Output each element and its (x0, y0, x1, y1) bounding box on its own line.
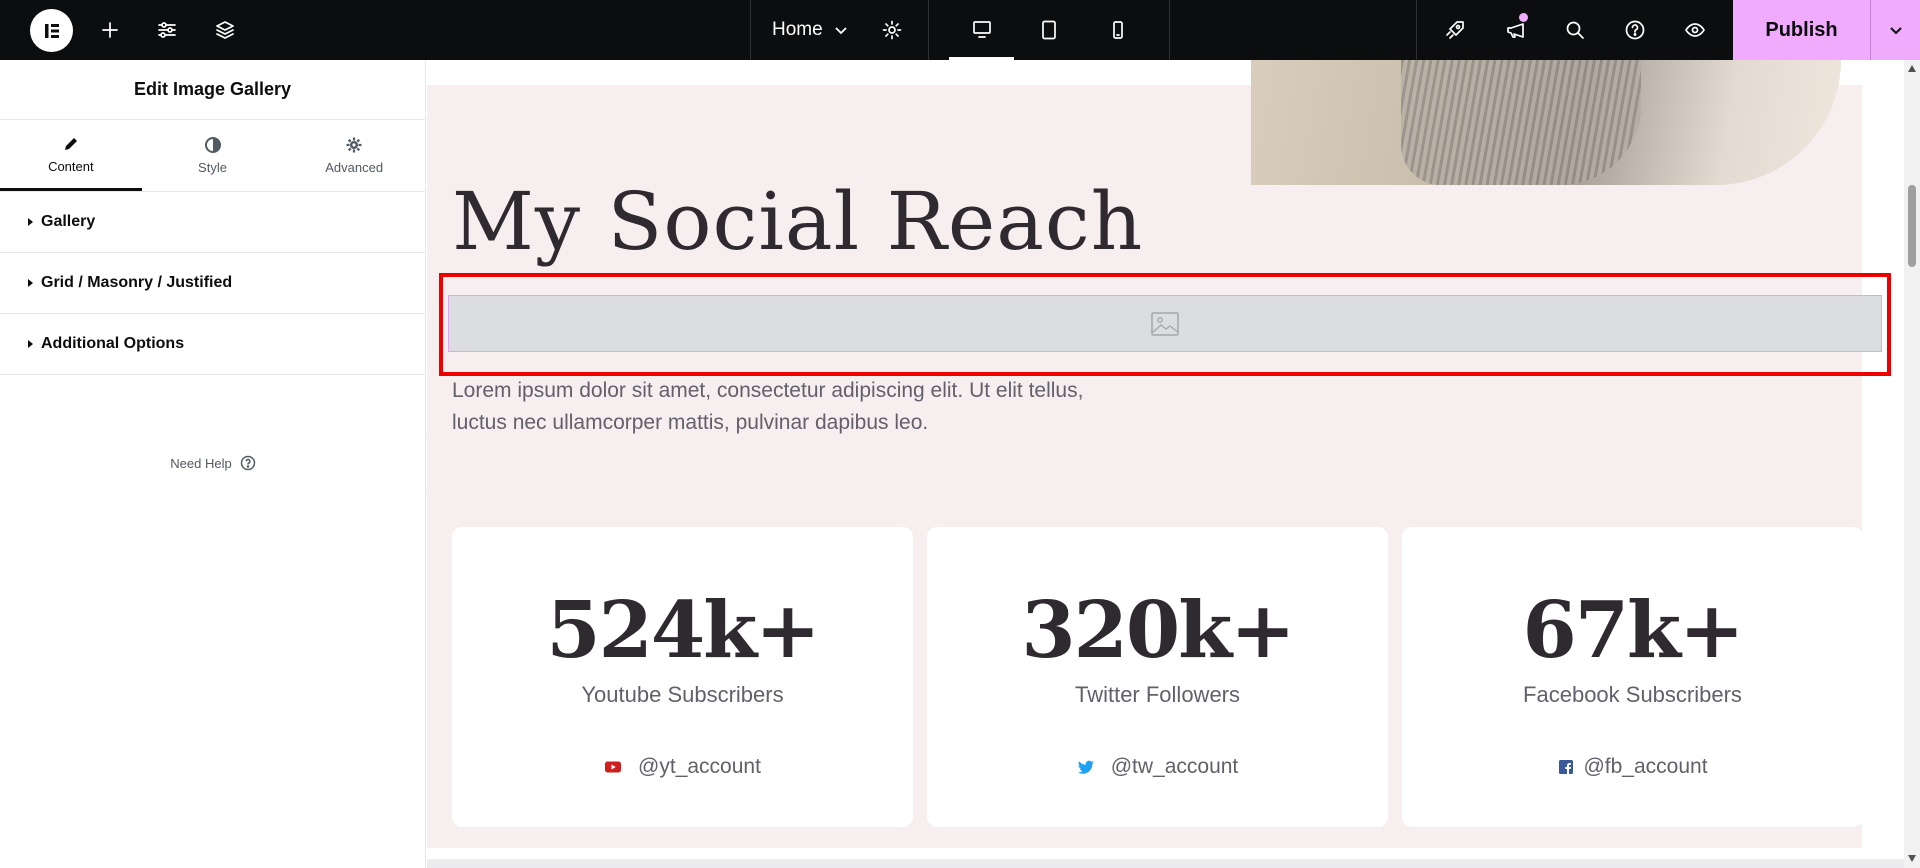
section-description[interactable]: Lorem ipsum dolor sit amet, consectetur … (452, 375, 1092, 439)
scrollbar-thumb[interactable] (1908, 185, 1916, 267)
help-button[interactable] (1606, 0, 1664, 60)
sliders-icon (158, 22, 176, 38)
section-heading[interactable]: My Social Reach (452, 175, 1143, 268)
structure-button[interactable] (196, 0, 254, 60)
tab-advanced[interactable]: Advanced (283, 120, 425, 191)
tab-label: Advanced (325, 160, 384, 175)
search-icon (1566, 21, 1584, 39)
youtube-icon (605, 761, 622, 773)
desktop-icon (972, 20, 991, 38)
need-help-link[interactable]: Need Help (0, 455, 426, 471)
stat-card-youtube[interactable]: 524k+ Youtube Subscribers @yt_account (452, 527, 913, 827)
mobile-view-button[interactable] (1089, 0, 1147, 60)
topbar-divider (1416, 0, 1417, 60)
handle-text: @tw_account (1110, 755, 1239, 778)
whats-new-button[interactable] (1486, 0, 1544, 60)
tab-style[interactable]: Style (142, 120, 284, 191)
question-circle-icon (240, 455, 255, 471)
image-gallery-widget[interactable] (448, 295, 1882, 352)
chevron-down-icon (1889, 27, 1902, 35)
topbar-divider (750, 0, 751, 60)
tab-content[interactable]: Content (0, 120, 142, 191)
stat-label: Facebook Subscribers (1523, 682, 1742, 707)
page-settings-button[interactable] (863, 0, 921, 60)
editor-topbar: Home Publish (0, 0, 1920, 60)
mobile-icon (1113, 21, 1123, 39)
stat-label: Youtube Subscribers (581, 682, 784, 707)
search-button[interactable] (1546, 0, 1604, 60)
handle-text: @fb_account (1583, 755, 1708, 778)
preview-canvas: My Social Reach Lorem ipsum dolor sit am… (427, 60, 1904, 868)
stat-label: Twitter Followers (1074, 682, 1241, 707)
handle-text: @yt_account (638, 755, 761, 778)
pencil-icon (64, 137, 77, 150)
gear-icon (346, 137, 362, 153)
section-label: Gallery (41, 213, 96, 230)
eye-icon (1685, 23, 1705, 37)
megaphone-icon (1507, 23, 1524, 38)
canvas-bottom-divider (427, 859, 1904, 868)
half-circle-icon (204, 137, 221, 153)
panel-tabs: Content Style Advanced (0, 120, 425, 192)
image-placeholder-icon (1151, 311, 1179, 336)
section-label: Additional Options (41, 335, 185, 352)
topbar-divider (1169, 0, 1170, 60)
stat-number: 320k+ (1021, 585, 1295, 676)
stat-card-facebook[interactable]: 67k+ Facebook Subscribers @fb_account (1402, 527, 1863, 827)
gear-icon (882, 20, 902, 40)
topbar-divider (928, 0, 929, 60)
section-additional-options[interactable]: Additional Options (0, 314, 425, 375)
social-handle-link[interactable]: @tw_account (927, 755, 1388, 779)
launchpad-button[interactable] (1426, 0, 1484, 60)
chevron-down-icon (835, 27, 847, 35)
caret-right-icon (28, 218, 33, 226)
notification-dot (1519, 13, 1528, 22)
caret-right-icon (28, 279, 33, 287)
preview-button[interactable] (1666, 0, 1724, 60)
caret-right-icon (28, 340, 33, 348)
publish-options-button[interactable] (1870, 0, 1920, 60)
section-grid-masonry-justified[interactable]: Grid / Masonry / Justified (0, 253, 425, 314)
tab-label: Style (198, 160, 227, 175)
social-handle-link[interactable]: @fb_account (1402, 755, 1863, 779)
page-selector[interactable]: Home (772, 0, 849, 60)
section-label: Grid / Masonry / Justified (41, 274, 233, 291)
tablet-view-button[interactable] (1020, 0, 1078, 60)
page-name: Home (772, 19, 823, 40)
question-circle-icon (1625, 20, 1645, 40)
stat-card-twitter[interactable]: 320k+ Twitter Followers @tw_account (927, 527, 1388, 827)
add-element-button[interactable] (81, 0, 139, 60)
section-gallery[interactable]: Gallery (0, 192, 425, 253)
twitter-icon (1077, 760, 1094, 774)
need-help-label: Need Help (170, 455, 232, 471)
stat-number: 67k+ (1522, 585, 1745, 676)
tab-label: Content (48, 158, 94, 174)
publish-button[interactable]: Publish (1733, 0, 1870, 60)
panel-title: Edit Image Gallery (0, 60, 425, 120)
hero-photo[interactable] (1251, 60, 1841, 185)
canvas-scrollbar[interactable] (1904, 60, 1920, 868)
elementor-logo-icon[interactable] (30, 9, 73, 52)
site-settings-button[interactable] (138, 0, 196, 60)
scroll-up-arrow-icon[interactable] (1908, 65, 1916, 72)
social-handle-link[interactable]: @yt_account (452, 755, 913, 779)
scroll-down-arrow-icon[interactable] (1908, 855, 1916, 862)
tablet-icon (1042, 20, 1056, 40)
plus-icon (102, 22, 118, 38)
sweater-texture (1401, 60, 1641, 185)
layers-icon (216, 21, 234, 39)
stat-number: 524k+ (546, 585, 820, 676)
desktop-view-button[interactable] (949, 0, 1014, 60)
facebook-icon (1559, 760, 1574, 774)
editor-panel: Edit Image Gallery Content Style Advance… (0, 60, 426, 868)
rocket-icon (1446, 21, 1464, 39)
